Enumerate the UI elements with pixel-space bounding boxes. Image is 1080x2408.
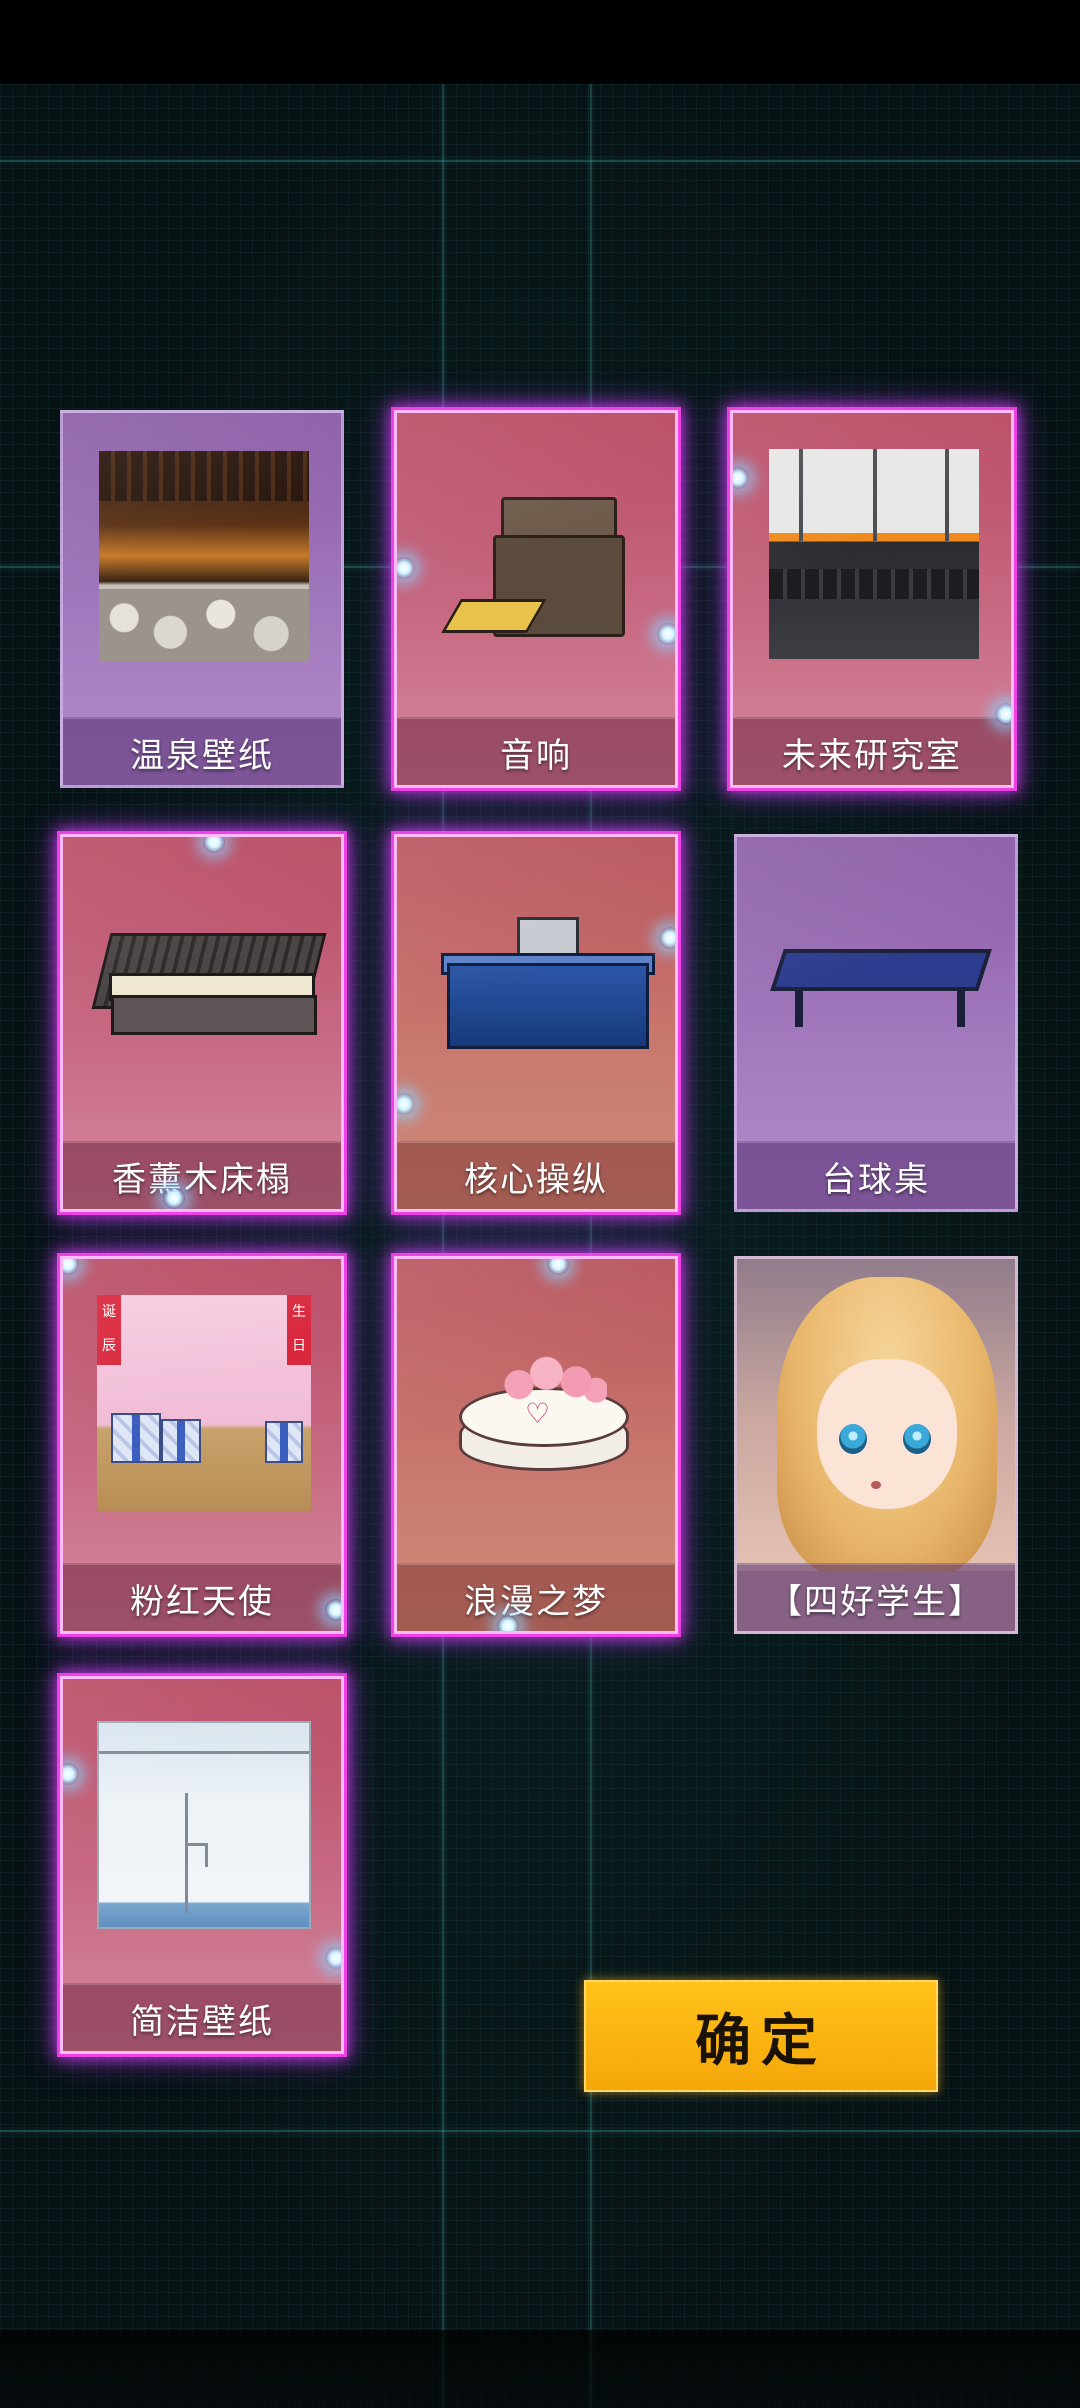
simple-wallpaper-thumbnail bbox=[97, 1721, 311, 1929]
grid-line bbox=[0, 2130, 1080, 2132]
gift-icon bbox=[111, 1413, 161, 1463]
banner-right: 生日 bbox=[287, 1295, 311, 1365]
gift-icon bbox=[161, 1419, 201, 1463]
sparkle-icon bbox=[63, 1259, 79, 1275]
item-card-speaker[interactable]: 音响 bbox=[394, 410, 678, 788]
hotspring-wallpaper-thumbnail bbox=[99, 451, 309, 661]
sparkle-icon bbox=[657, 623, 675, 645]
confirm-button[interactable]: 确定 bbox=[584, 1980, 938, 2092]
grid-line bbox=[0, 160, 1080, 162]
item-card-wooden-bed[interactable]: 香薰木床榻 bbox=[60, 834, 344, 1212]
banner-left: 诞辰 bbox=[97, 1295, 121, 1365]
character-portrait bbox=[737, 1259, 1015, 1571]
sparkle-icon bbox=[547, 1259, 569, 1275]
item-card-future-lab[interactable]: 未来研究室 bbox=[730, 410, 1014, 788]
item-label: 【四好学生】 bbox=[737, 1563, 1015, 1631]
item-label: 香薰木床榻 bbox=[63, 1141, 341, 1209]
sparkle-icon bbox=[325, 1947, 341, 1969]
item-label: 简洁壁纸 bbox=[63, 1983, 341, 2051]
sparkle-icon bbox=[397, 557, 415, 579]
sparkle-icon bbox=[733, 467, 749, 489]
item-label: 温泉壁纸 bbox=[63, 717, 341, 785]
furniture-select-screen: 温泉壁纸 音响 未来研究室 香薰木床榻 核心操纵 台球桌 诞辰 生日 粉红天使 … bbox=[0, 0, 1080, 2408]
sparkle-icon bbox=[397, 1093, 415, 1115]
item-card-pool-table[interactable]: 台球桌 bbox=[734, 834, 1018, 1212]
status-bar bbox=[0, 0, 1080, 84]
item-card-pink-angel[interactable]: 诞辰 生日 粉红天使 bbox=[60, 1256, 344, 1634]
pink-angel-thumbnail: 诞辰 生日 bbox=[97, 1295, 311, 1511]
item-label: 音响 bbox=[397, 717, 675, 785]
bottom-shade bbox=[0, 2330, 1080, 2408]
item-label: 未来研究室 bbox=[733, 717, 1011, 785]
item-card-core-control[interactable]: 核心操纵 bbox=[394, 834, 678, 1212]
item-card-romantic-dream[interactable]: ♡ 浪漫之梦 bbox=[394, 1256, 678, 1634]
item-card-hotspring-wallpaper[interactable]: 温泉壁纸 bbox=[60, 410, 344, 788]
item-card-good-student[interactable]: 【四好学生】 bbox=[734, 1256, 1018, 1634]
heart-icon: ♡ bbox=[525, 1397, 551, 1430]
sparkle-icon bbox=[659, 927, 675, 949]
future-lab-thumbnail bbox=[769, 449, 979, 659]
item-label: 浪漫之梦 bbox=[397, 1563, 675, 1631]
item-label: 台球桌 bbox=[737, 1141, 1015, 1209]
sparkle-icon bbox=[203, 837, 225, 853]
gift-icon bbox=[265, 1421, 303, 1463]
item-label: 核心操纵 bbox=[397, 1141, 675, 1209]
item-card-simple-wallpaper[interactable]: 简洁壁纸 bbox=[60, 1676, 344, 2054]
sparkle-icon bbox=[63, 1763, 79, 1785]
item-label: 粉红天使 bbox=[63, 1563, 341, 1631]
